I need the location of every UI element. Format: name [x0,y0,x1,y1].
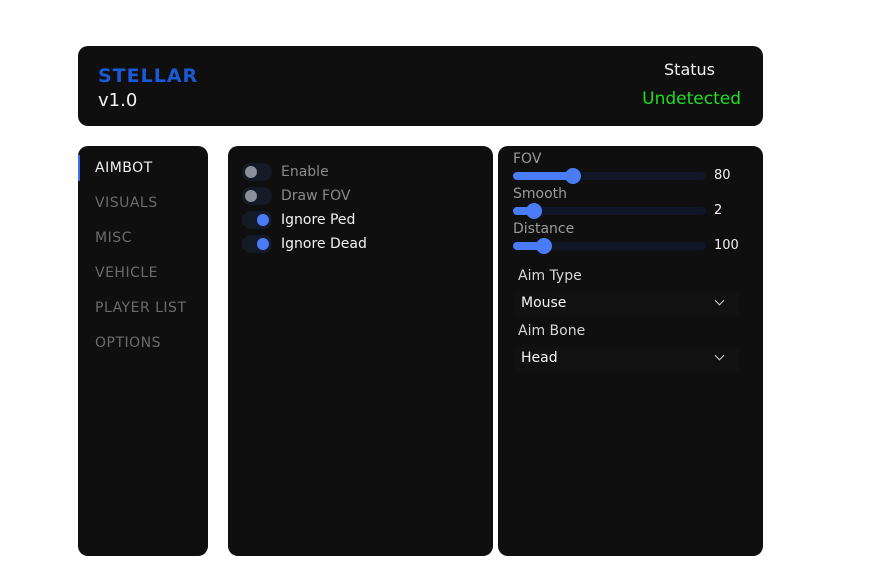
distance-value: 100 [714,238,739,253]
toggle-label: Ignore Dead [281,236,367,252]
toggle-label: Enable [281,164,329,180]
sidebar-item-options[interactable]: OPTIONS [95,335,161,351]
smooth-label: Smooth [513,186,568,202]
sidebar-item-player-list[interactable]: PLAYER LIST [95,300,187,316]
toggle-switch[interactable] [242,163,272,181]
active-tab-indicator [78,155,80,181]
status-label: Status [664,60,715,79]
aim-type-select[interactable]: Mouse [515,292,739,316]
aim-bone-label: Aim Bone [518,323,586,339]
sidebar-item-aimbot[interactable]: AIMBOT [95,160,153,176]
toggle-switch[interactable] [242,235,272,253]
sidebar-item-misc[interactable]: MISC [95,230,132,246]
chevron-down-icon [714,295,725,306]
enable-toggle[interactable]: Enable [242,162,329,182]
header-panel: STELLAR v1.0 Status Undetected [78,46,763,126]
sidebar: AIMBOT VISUALS MISC VEHICLE PLAYER LIST … [78,146,208,556]
toggle-label: Ignore Ped [281,212,356,228]
draw-fov-toggle[interactable]: Draw FOV [242,186,350,206]
slider-thumb[interactable] [564,168,581,184]
toggle-knob [245,166,257,178]
toggle-knob [257,214,269,226]
slider-thumb[interactable] [535,238,552,254]
toggle-knob [245,190,257,202]
aim-bone-value: Head [521,350,558,366]
distance-slider[interactable] [513,238,706,254]
fov-slider[interactable] [513,168,706,184]
fov-label: FOV [513,151,542,167]
aim-bone-select[interactable]: Head [515,347,739,371]
brand-title: STELLAR [98,65,199,87]
smooth-value: 2 [714,203,723,218]
version-label: v1.0 [98,90,138,111]
smooth-slider[interactable] [513,203,706,219]
toggle-options-panel: Enable Draw FOV Ignore Ped Ignore Dead [228,146,493,556]
toggle-switch[interactable] [242,211,272,229]
toggle-switch[interactable] [242,187,272,205]
toggle-label: Draw FOV [281,188,351,204]
ignore-dead-toggle[interactable]: Ignore Dead [242,234,367,254]
ignore-ped-toggle[interactable]: Ignore Ped [242,210,355,230]
aim-type-value: Mouse [521,295,567,311]
distance-label: Distance [513,221,575,237]
toggle-knob [257,238,269,250]
slider-fill [513,172,573,180]
slider-thumb[interactable] [526,203,543,219]
fov-value: 80 [714,168,731,183]
sidebar-item-visuals[interactable]: VISUALS [95,195,158,211]
chevron-down-icon [714,350,725,361]
status-value: Undetected [642,89,741,109]
sidebar-item-vehicle[interactable]: VEHICLE [95,265,158,281]
settings-panel: FOV 80 Smooth 2 Distance 100 Aim Type Mo… [498,146,763,556]
aim-type-label: Aim Type [518,268,582,284]
